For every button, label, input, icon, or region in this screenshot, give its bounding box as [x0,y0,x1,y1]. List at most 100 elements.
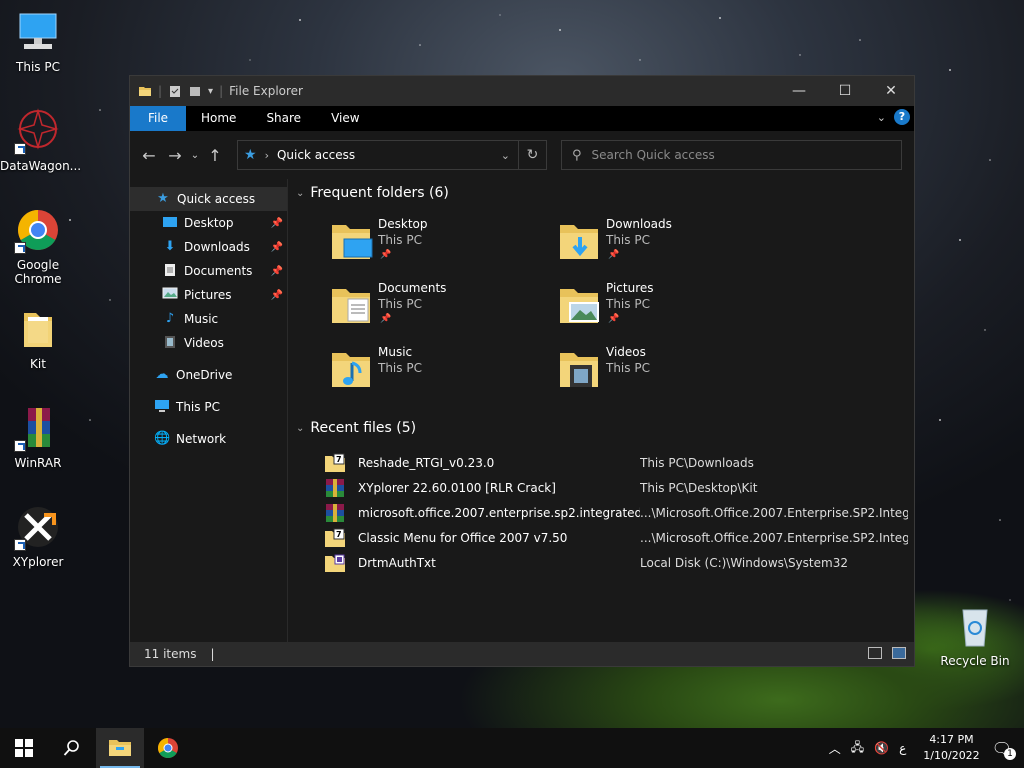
monitor-icon [14,8,62,56]
taskbar-file-explorer[interactable] [96,728,144,768]
back-arrow-icon[interactable]: ← [136,146,162,165]
desktop-icon-google-chrome[interactable]: Google Chrome [0,206,76,286]
maximize-button[interactable]: ☐ [822,76,868,106]
taskbar: ︿ 🖧 🔇 ع 4:17 PM 1/10/2022 🗨 1 [0,728,1024,768]
expand-ribbon-chevron-icon[interactable]: ⌄ [877,111,886,124]
desktop-icon-xyplorer[interactable]: XYplorer [0,503,76,569]
folder-tile-documents[interactable]: Documents This PC 📌 [330,281,550,341]
tab-view[interactable]: View [316,106,374,131]
desktop-icon-label: DataWagon... [0,159,82,173]
new-folder-icon[interactable] [188,84,202,98]
sidebar-item-this-pc[interactable]: This PC [130,395,287,419]
details-view-icon[interactable] [868,647,882,659]
list-item[interactable]: 7 Reshade_RTGI_v0.23.0 This PC\Downloads [324,450,910,475]
7z-archive-icon: 7 [325,453,345,472]
desktop-icon-this-pc[interactable]: This PC [0,8,76,74]
sidebar-item-music[interactable]: ♪ Music [130,307,287,331]
folder-tile-pictures[interactable]: Pictures This PC 📌 [558,281,778,341]
breadcrumb-separator-icon[interactable]: › [265,149,269,162]
folder-location: This PC [606,297,650,311]
pin-icon: 📌 [270,217,283,229]
sidebar-item-desktop[interactable]: Desktop 📌 [130,211,287,235]
address-bar[interactable]: ★ › Quick access ⌄ ↻ [237,140,547,170]
customize-quick-access-chevron-icon[interactable]: ▾ [208,86,213,97]
large-icons-view-icon[interactable] [892,647,906,659]
desktop-icon-recycle-bin[interactable]: Recycle Bin [937,602,1013,668]
sidebar-item-downloads[interactable]: ⬇ Downloads 📌 [130,235,287,259]
folder-tile-videos[interactable]: Videos This PC [558,345,778,405]
start-button[interactable] [0,728,48,768]
folder-location: This PC [606,233,650,247]
clock[interactable]: 4:17 PM 1/10/2022 [923,732,979,764]
status-bar: 11 items | [130,642,914,666]
sidebar-item-onedrive[interactable]: ☁ OneDrive [130,363,287,387]
address-history-chevron-icon[interactable]: ⌄ [501,149,510,162]
title-bar[interactable]: | ▾ | File Explorer — ☐ ✕ [130,76,914,106]
documents-folder-icon [332,289,370,323]
sidebar-item-network[interactable]: 🌐 Network [130,427,287,451]
search-input[interactable]: ⚲ Search Quick access [561,140,902,170]
close-button[interactable]: ✕ [868,76,914,106]
sidebar-item-documents[interactable]: Documents 📌 [130,259,287,283]
sidebar-item-label: OneDrive [176,368,233,382]
breadcrumb-quick-access[interactable]: Quick access [277,148,355,162]
search-icon: ⚲ [572,147,582,163]
properties-icon[interactable] [168,84,182,98]
file-name: Reshade_RTGI_v0.23.0 [358,455,495,470]
cloud-icon: ☁ [155,367,169,382]
tab-file[interactable]: File [130,106,186,131]
desktop-icon-winrar[interactable]: WinRAR [0,404,76,470]
input-language[interactable]: ع [899,741,906,755]
forward-arrow-icon[interactable]: → [162,146,188,165]
svg-text:7: 7 [336,455,342,464]
folder-tile-desktop[interactable]: Desktop This PC 📌 [330,217,550,277]
folder-name: Downloads [606,217,672,231]
file-path: ...\Microsoft.Office.2007.Enterprise.SP2… [640,505,908,520]
collapse-chevron-icon[interactable]: ⌄ [296,188,304,199]
network-icon[interactable]: 🖧 [851,738,864,759]
folder-name: Documents [378,281,447,295]
sidebar-item-label: Quick access [177,192,256,206]
folder-tile-downloads[interactable]: Downloads This PC 📌 [558,217,778,277]
window-title: File Explorer [229,84,303,98]
chrome-icon [14,206,62,254]
desktop-icon-kit[interactable]: Kit [0,305,76,371]
list-item[interactable]: 7 Classic Menu for Office 2007 v7.50 ...… [324,525,910,550]
sidebar-item-pictures[interactable]: Pictures 📌 [130,283,287,307]
list-item[interactable]: microsoft.office.2007.enterprise.sp2.int… [324,500,910,525]
help-button[interactable]: ? [894,109,910,125]
refresh-icon[interactable]: ↻ [518,141,546,169]
pictures-folder-icon [560,289,599,323]
content-pane: ⌄ Frequent folders (6) Desktop This PC 📌… [290,179,914,643]
search-button[interactable] [48,728,96,768]
sidebar-item-quick-access[interactable]: ★ Quick access [130,187,287,211]
taskbar-chrome[interactable] [144,728,192,768]
tab-share[interactable]: Share [251,106,316,131]
group-title: Frequent folders (6) [310,185,449,201]
sidebar-item-videos[interactable]: Videos [130,331,287,355]
downloads-folder-icon [560,225,598,259]
tab-home[interactable]: Home [186,106,251,131]
search-icon [63,740,79,756]
desktop-icon-datawagon[interactable]: DataWagon... [0,107,82,173]
desktop-icon-label: Google Chrome [14,258,62,286]
group-header-frequent-folders[interactable]: ⌄ Frequent folders (6) [296,185,449,201]
file-name: XYplorer 22.60.0100 [RLR Crack] [358,480,556,495]
rar-archive-icon [326,503,344,522]
minimize-button[interactable]: — [776,76,822,106]
recycle-bin-icon [951,602,999,650]
pin-icon: 📌 [608,250,620,260]
folder-tile-music[interactable]: Music This PC [330,345,550,405]
file-explorer-icon [109,740,131,756]
volume-muted-icon[interactable]: 🔇 [874,741,889,755]
up-arrow-icon[interactable]: ↑ [202,146,228,165]
show-hidden-icons-chevron-icon[interactable]: ︿ [829,740,841,757]
list-item[interactable]: XYplorer 22.60.0100 [RLR Crack] This PC\… [324,475,910,500]
music-folder-icon [332,353,370,387]
action-center-button[interactable]: 🗨 1 [992,739,1016,760]
collapse-chevron-icon[interactable]: ⌄ [296,423,304,434]
group-header-recent-files[interactable]: ⌄ Recent files (5) [296,420,416,436]
recent-locations-chevron-icon[interactable]: ⌄ [188,150,202,161]
sidebar-item-label: Documents [184,264,253,278]
list-item[interactable]: DrtmAuthTxt Local Disk (C:)\Windows\Syst… [324,550,910,575]
